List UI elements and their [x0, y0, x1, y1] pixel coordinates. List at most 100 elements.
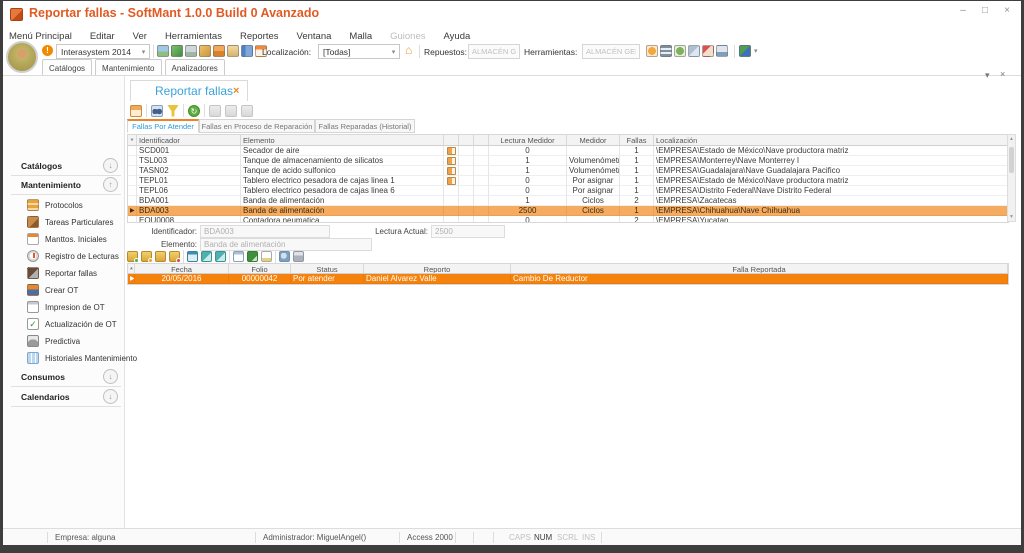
notes-icon[interactable]	[261, 251, 272, 262]
sidebar-item-protocolos[interactable]: Protocolos	[27, 199, 83, 211]
repuestos-input[interactable]	[468, 44, 520, 59]
user-avatar[interactable]	[6, 41, 38, 73]
sidebar-section-consumos[interactable]: Consumos	[21, 372, 65, 382]
menu-malla[interactable]: Malla	[348, 29, 373, 44]
menu-ayuda[interactable]: Ayuda	[443, 29, 472, 44]
document-tab-reportar-fallas[interactable]: Reportar fallas ×	[130, 80, 248, 101]
tools-icon[interactable]	[199, 45, 211, 57]
pin-icon[interactable]	[702, 45, 714, 57]
print-icon[interactable]	[293, 251, 304, 262]
table-row[interactable]: TASN02 Tanque de acido sulfonico 1 Volum…	[128, 166, 1008, 176]
photo-indicator-icon[interactable]	[447, 147, 456, 155]
tab-close-icon[interactable]: ×	[233, 85, 239, 97]
search-icon[interactable]	[151, 105, 163, 117]
sidebar-item-tareas-particulares[interactable]: Tareas Particulares	[27, 216, 113, 228]
excel-export-icon[interactable]	[247, 251, 258, 262]
expand-arrow-icon[interactable]: ↑	[103, 177, 118, 192]
folder-icon[interactable]	[227, 45, 239, 57]
menu-editar[interactable]: Editar	[89, 29, 116, 44]
gear-icon[interactable]	[674, 45, 686, 57]
photo-indicator-icon[interactable]	[447, 167, 456, 175]
table-row[interactable]: SCD001 Secador de aire 0 1 \EMPRESA\Esta…	[128, 146, 1008, 156]
subtab-fallas-reparadas[interactable]: Fallas Reparadas (Historial)	[315, 119, 415, 133]
sidebar-section-calendarios[interactable]: Calendarios	[21, 392, 70, 402]
calendar-icon[interactable]	[233, 251, 244, 262]
menu-ventana[interactable]: Ventana	[296, 29, 333, 44]
table-row[interactable]: TEPL01 Tablero electrico pesadora de caj…	[128, 176, 1008, 186]
subtab-fallas-por-atender[interactable]: Fallas Por Atender	[127, 119, 199, 133]
delete-record-icon[interactable]	[169, 251, 180, 262]
col-falla-reportada[interactable]: Falla Reportada	[511, 264, 1008, 274]
book-icon[interactable]	[241, 45, 253, 57]
col-medidor[interactable]: Medidor	[567, 135, 620, 146]
chevron-down-icon[interactable]: ▾	[754, 47, 758, 55]
collapse-arrow-icon[interactable]: ↓	[103, 158, 118, 173]
app-shortcut-icon[interactable]	[739, 45, 751, 57]
paste-icon[interactable]	[187, 251, 198, 262]
building-icon[interactable]	[185, 45, 197, 57]
scrollbar-thumb[interactable]	[1009, 147, 1014, 173]
sidebar-item-reportar-fallas[interactable]: Reportar fallas	[27, 267, 97, 279]
settings-icon[interactable]	[646, 45, 658, 57]
menu-reportes[interactable]: Reportes	[239, 29, 280, 44]
sidebar-item-crear-ot[interactable]: Crear OT	[27, 284, 78, 296]
vertical-scrollbar[interactable]: ▲ ▼	[1007, 134, 1016, 222]
herramientas-input[interactable]	[582, 44, 640, 59]
identificador-field[interactable]	[200, 225, 330, 238]
lectura-actual-field[interactable]	[431, 225, 505, 238]
export-icon[interactable]	[716, 45, 728, 57]
layers-icon[interactable]	[213, 45, 225, 57]
sidebar-item-historiales-mantenimiento[interactable]: Historiales Mantenimiento	[27, 352, 137, 364]
photo-indicator-icon[interactable]	[447, 177, 456, 185]
tab-catalogos[interactable]: Catálogos	[42, 59, 92, 76]
expand-icon[interactable]	[201, 251, 212, 262]
preview-icon[interactable]	[279, 251, 290, 262]
col-identificador[interactable]: Identificador	[137, 135, 241, 146]
table-row[interactable]: TSL003 Tanque de almacenamiento de silic…	[128, 156, 1008, 166]
view-record-icon[interactable]	[155, 251, 166, 262]
menu-herramientas[interactable]: Herramientas	[164, 29, 223, 44]
users-icon[interactable]	[171, 45, 183, 57]
table-row[interactable]: TEPL06 Tablero electrico pesadora de caj…	[128, 186, 1008, 196]
sidebar-section-catalogos[interactable]: Catálogos	[21, 161, 62, 171]
tab-mantenimiento[interactable]: Mantenimiento	[95, 59, 161, 76]
document-close-icon[interactable]: ×	[1000, 69, 1005, 79]
sidebar-item-manttos-iniciales[interactable]: Manttos. Iniciales	[27, 233, 107, 245]
collapse-arrow-icon[interactable]: ↓	[103, 369, 118, 384]
sidebar-item-predictiva[interactable]: Predictiva	[27, 335, 80, 347]
col-status[interactable]: Status	[291, 264, 364, 274]
table-row-selected[interactable]: ▶ BDA003 Banda de alimentación 2500 Cicl…	[128, 206, 1008, 216]
sidebar-item-actualizacion-de-ot[interactable]: ✓ Actualización de OT	[27, 318, 117, 330]
home-icon[interactable]: ⌂	[405, 44, 412, 56]
col-lectura-medidor[interactable]: Lectura Medidor	[489, 135, 567, 146]
col-folio[interactable]: Folio	[229, 264, 291, 274]
minimize-button[interactable]: –	[956, 5, 970, 16]
add-record-icon[interactable]	[127, 251, 138, 262]
table-row-selected[interactable]: ▶ 20/05/2016 00000042 Por atender Daniel…	[128, 274, 1008, 284]
col-localizacion[interactable]: Localización	[654, 135, 1008, 146]
table-row[interactable]: BDA001 Banda de alimentación 1 Ciclos 2 …	[128, 196, 1008, 206]
list-icon[interactable]	[660, 45, 672, 57]
scroll-down-icon[interactable]: ▼	[1008, 214, 1015, 220]
maximize-button[interactable]: □	[978, 5, 992, 16]
scroll-up-icon[interactable]: ▲	[1008, 136, 1015, 142]
table-row[interactable]: EQU0008 Contadora neumatica 0 2 \EMPRESA…	[128, 216, 1008, 223]
copy-icon[interactable]	[688, 45, 700, 57]
edit-record-icon[interactable]	[141, 251, 152, 262]
sidebar-item-registro-de-lecturas[interactable]: Registro de Lecturas	[27, 250, 119, 262]
col-elemento[interactable]: Elemento	[241, 135, 444, 146]
col-fallas[interactable]: Fallas	[620, 135, 654, 146]
document-menu-caret-icon[interactable]: ▾	[985, 70, 990, 81]
filter-icon[interactable]	[167, 105, 179, 117]
tab-analizadores[interactable]: Analizadores	[165, 59, 225, 76]
col-reporto[interactable]: Reporto	[364, 264, 511, 274]
close-button[interactable]: ×	[1000, 5, 1014, 16]
photo-indicator-icon[interactable]	[447, 157, 456, 165]
localizacion-select[interactable]: [Todas] ▾	[318, 44, 400, 59]
collapse-icon[interactable]	[215, 251, 226, 262]
refresh-icon[interactable]: ↻	[188, 105, 200, 117]
menu-ver[interactable]: Ver	[132, 29, 148, 44]
subtab-fallas-en-proceso[interactable]: Fallas en Proceso de Reparación	[199, 119, 315, 133]
sidebar-item-impresion-de-ot[interactable]: Impresion de OT	[27, 301, 105, 313]
col-fecha[interactable]: Fecha	[135, 264, 229, 274]
